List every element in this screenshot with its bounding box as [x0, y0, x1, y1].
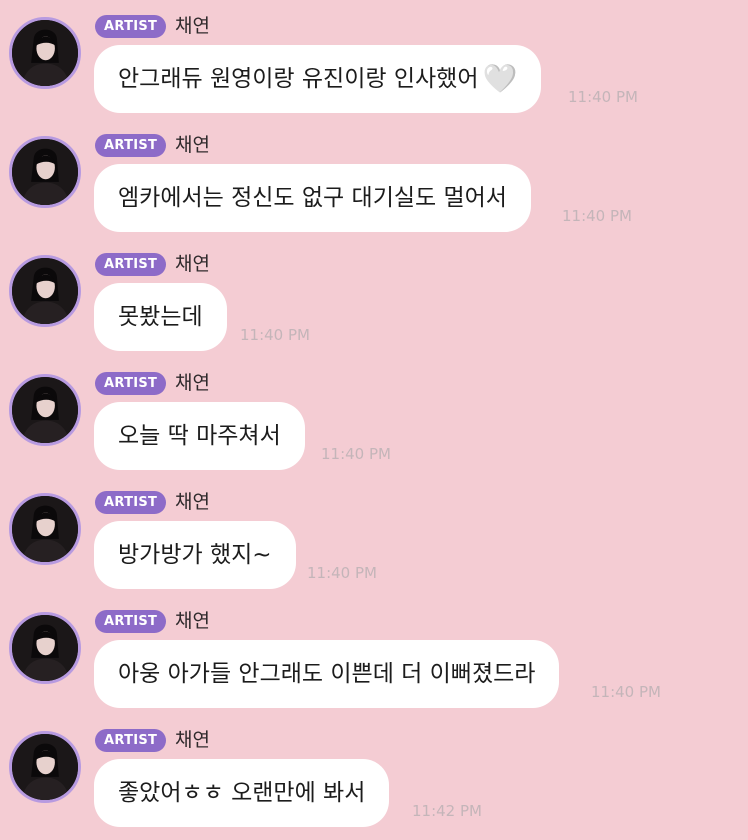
sender-name: 채연: [175, 610, 210, 632]
message-bubble[interactable]: 안그래듀 원영이랑 유진이랑 인사했어 🤍: [94, 45, 542, 113]
profile-photo-icon: [12, 20, 78, 86]
message-bubble[interactable]: 아웅 아가들 안그래도 이쁜데 더 이뻐졌드라: [94, 640, 560, 708]
chat-message: ARTIST 채연 오늘 딱 마주쳐서 11:40 PM: [0, 357, 748, 476]
chat-message: ARTIST 채연 방가방가 했지~ 11:40 PM: [0, 476, 748, 595]
message-time: 11:40 PM: [562, 207, 632, 225]
message-bubble[interactable]: 엠카에서는 정신도 없구 대기실도 멀어서: [94, 164, 531, 232]
sender-name: 채연: [175, 729, 210, 751]
message-text: 못봤는데: [118, 304, 203, 330]
message-time: 11:40 PM: [240, 326, 310, 344]
message-time: 11:42 PM: [412, 802, 482, 820]
message-text: 아웅 아가들 안그래도 이쁜데 더 이뻐졌드라: [118, 661, 536, 687]
message-bubble[interactable]: 오늘 딱 마주쳐서: [94, 402, 305, 470]
message-bubble[interactable]: 못봤는데: [94, 283, 227, 351]
message-text: 오늘 딱 마주쳐서: [118, 423, 281, 449]
avatar[interactable]: [9, 374, 81, 446]
profile-photo-icon: [12, 258, 78, 324]
message-text: 안그래듀 원영이랑 유진이랑 인사했어: [118, 66, 479, 92]
sender-name: 채연: [175, 15, 210, 37]
message-time: 11:40 PM: [568, 88, 638, 106]
message-time: 11:40 PM: [307, 564, 377, 582]
chat-message: ARTIST 채연 좋았어ㅎㅎ 오랜만에 봐서 11:42 PM: [0, 714, 748, 833]
artist-badge: ARTIST: [95, 729, 167, 752]
message-time: 11:40 PM: [591, 683, 661, 701]
avatar[interactable]: [9, 255, 81, 327]
avatar[interactable]: [9, 136, 81, 208]
profile-photo-icon: [12, 496, 78, 562]
chat-message: ARTIST 채연 아웅 아가들 안그래도 이쁜데 더 이뻐졌드라 11:40 …: [0, 595, 748, 714]
message-text: 좋았어ㅎㅎ 오랜만에 봐서: [118, 780, 366, 806]
sender-name: 채연: [175, 372, 210, 394]
white-heart-emoji: 🤍: [482, 62, 518, 95]
avatar[interactable]: [9, 731, 81, 803]
artist-badge: ARTIST: [95, 134, 167, 157]
chat-message: ARTIST 채연 못봤는데 11:40 PM: [0, 238, 748, 357]
profile-photo-icon: [12, 615, 78, 681]
profile-photo-icon: [12, 377, 78, 443]
artist-badge: ARTIST: [95, 253, 167, 276]
artist-badge: ARTIST: [95, 15, 167, 38]
avatar[interactable]: [9, 17, 81, 89]
profile-photo-icon: [12, 734, 78, 800]
avatar[interactable]: [9, 612, 81, 684]
message-bubble[interactable]: 좋았어ㅎㅎ 오랜만에 봐서: [94, 759, 390, 827]
chat-message-list[interactable]: ARTIST 채연 안그래듀 원영이랑 유진이랑 인사했어 🤍 11:40 PM …: [0, 0, 748, 840]
chat-message: ARTIST 채연 안그래듀 원영이랑 유진이랑 인사했어 🤍 11:40 PM: [0, 0, 748, 119]
profile-photo-icon: [12, 139, 78, 205]
artist-badge: ARTIST: [95, 372, 167, 395]
avatar[interactable]: [9, 493, 81, 565]
sender-name: 채연: [175, 491, 210, 513]
message-time: 11:40 PM: [321, 445, 391, 463]
artist-badge: ARTIST: [95, 610, 167, 633]
message-text: 엠카에서는 정신도 없구 대기실도 멀어서: [118, 185, 507, 211]
sender-name: 채연: [175, 134, 210, 156]
chat-message: ARTIST 채연 엠카에서는 정신도 없구 대기실도 멀어서 11:40 PM: [0, 119, 748, 238]
message-bubble[interactable]: 방가방가 했지~: [94, 521, 296, 589]
sender-name: 채연: [175, 253, 210, 275]
artist-badge: ARTIST: [95, 491, 167, 514]
message-text: 방가방가 했지~: [118, 542, 272, 568]
